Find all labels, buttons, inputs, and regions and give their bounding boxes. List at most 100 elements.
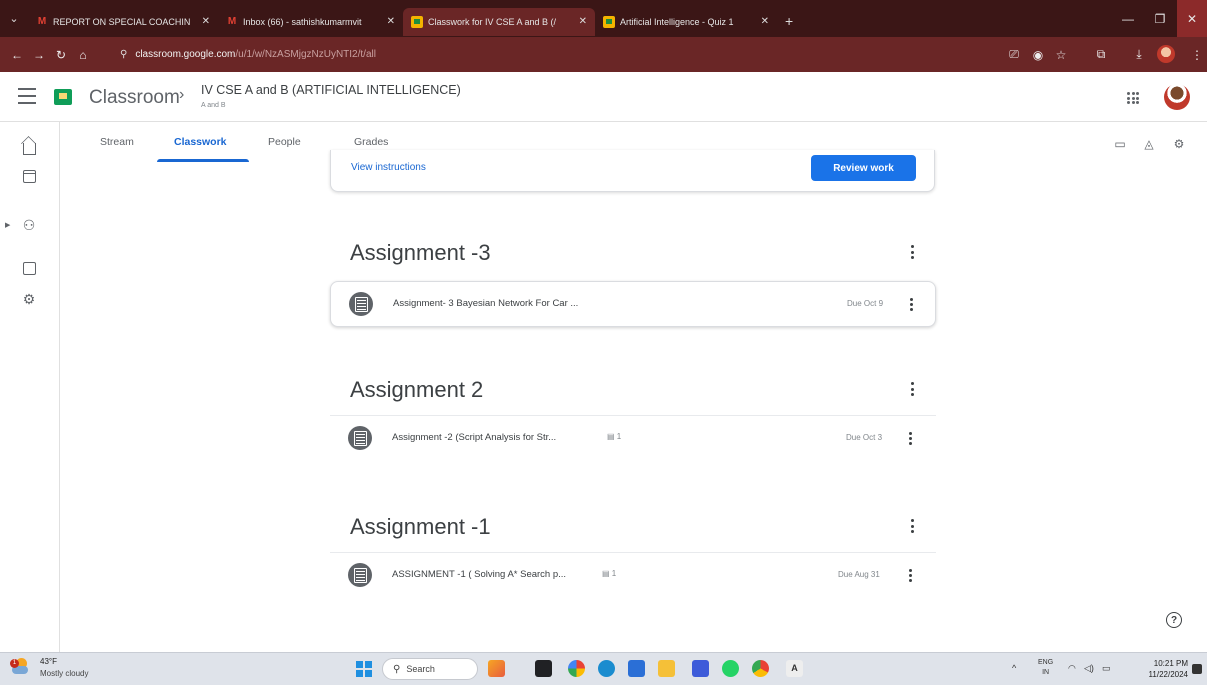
gmail-icon: M [227, 16, 237, 27]
assignment-row[interactable]: ASSIGNMENT -1 ( Solving A* Search p... ▤… [330, 553, 936, 599]
close-tab-icon[interactable]: ✕ [579, 16, 587, 27]
assignment-title: Assignment- 3 Bayesian Network For Car .… [393, 298, 579, 309]
assignment-row[interactable]: Assignment -2 (Script Analysis for Str..… [330, 416, 936, 462]
whatsapp-icon[interactable] [722, 660, 739, 677]
close-tab-icon[interactable]: ✕ [387, 16, 395, 27]
font-app-icon[interactable]: A [786, 660, 803, 677]
maximize-button[interactable]: ❐ [1145, 0, 1175, 37]
instructions-card: View instructions Review work [330, 150, 935, 192]
assignment-more-options-icon[interactable] [905, 567, 915, 584]
settings-gear-icon[interactable]: ⚙ [20, 290, 38, 308]
topic-more-options-icon[interactable] [905, 517, 919, 535]
todo-icon[interactable] [20, 259, 38, 277]
back-arrow-icon[interactable]: ← [6, 48, 28, 62]
reload-icon[interactable]: ↻ [50, 48, 72, 62]
copilot-widget-icon[interactable] [488, 660, 505, 677]
course-section: A and B [201, 102, 226, 109]
assignment-more-options-icon[interactable] [905, 430, 915, 447]
active-tab-indicator [157, 159, 249, 162]
expand-caret-icon[interactable]: ▶ [5, 221, 10, 229]
attachment-count: ▤ 1 [607, 432, 622, 441]
browser-tab[interactable]: M Inbox (66) - sathishkumarmvit ✕ [218, 8, 403, 36]
classroom-icon [603, 15, 615, 28]
due-date: Due Oct 3 [846, 433, 883, 442]
weather-desc[interactable]: Mostly cloudy [40, 669, 88, 678]
main-menu-icon[interactable] [18, 88, 36, 104]
google-calendar-icon[interactable]: ▭ [1113, 137, 1127, 151]
notification-icon[interactable] [1192, 664, 1202, 674]
avatar[interactable] [1164, 84, 1190, 110]
bookmark-star-icon[interactable]: ☆ [1050, 37, 1072, 72]
enrolled-people-icon[interactable]: ⚇ [20, 216, 38, 234]
view-instructions-link[interactable]: View instructions [351, 162, 426, 173]
browser-profile-avatar[interactable] [1157, 45, 1175, 63]
volume-icon[interactable]: ◁) [1084, 663, 1094, 674]
new-tab-button[interactable]: + [785, 13, 793, 29]
url-path: /u/1/w/NzASMjgzNzUyNTI2/t/all [235, 48, 376, 60]
tab-stream[interactable]: Stream [100, 136, 134, 148]
close-tab-icon[interactable]: ✕ [202, 16, 210, 27]
browser-tab-title: Inbox (66) - sathishkumarmvit [243, 16, 362, 27]
tab-people[interactable]: People [268, 136, 301, 148]
topic-more-options-icon[interactable] [905, 243, 919, 261]
calendar-icon[interactable] [20, 167, 38, 185]
weather-temp[interactable]: 43°F [40, 657, 57, 666]
windows-start-icon[interactable] [356, 661, 372, 677]
assignment-more-options-icon[interactable] [906, 296, 916, 313]
class-settings-icon[interactable]: ⚙ [1172, 137, 1186, 151]
show-hidden-icons-icon[interactable]: ^ [1012, 663, 1016, 673]
address-bar[interactable]: ⚲ classroom.google.com /u/1/w/NzASMjgzNz… [120, 42, 995, 66]
browser-tab[interactable]: M REPORT ON SPECIAL COACHIN ✕ [28, 8, 218, 36]
home-icon[interactable]: ⌂ [72, 48, 94, 62]
language-indicator[interactable]: ENG IN [1038, 658, 1053, 678]
chevron-right-icon: › [179, 86, 185, 103]
chrome-icon[interactable] [752, 660, 769, 677]
gmail-icon: M [37, 16, 47, 27]
tab-classwork[interactable]: Classwork [174, 136, 227, 148]
home-icon[interactable] [20, 138, 38, 156]
assignment-icon [348, 563, 372, 587]
browser-tab[interactable]: Artificial Intelligence - Quiz 1 ✕ [595, 8, 777, 36]
browser-menu-icon[interactable]: ⋮ [1186, 37, 1207, 72]
wifi-icon[interactable]: ◠ [1068, 663, 1076, 674]
taskbar: 1 43°F Mostly cloudy ⚲ Search A ^ ENG IN… [0, 652, 1207, 685]
eye-icon[interactable]: ◉ [1027, 37, 1049, 72]
app-icon[interactable] [568, 660, 585, 677]
file-explorer-icon[interactable] [658, 660, 675, 677]
app-name[interactable]: Classroom [89, 87, 180, 109]
topic-more-options-icon[interactable] [905, 380, 919, 398]
due-date: Due Aug 31 [838, 570, 880, 579]
assignment-icon [349, 292, 373, 316]
assignment-row[interactable]: Assignment- 3 Bayesian Network For Car .… [330, 281, 936, 327]
extensions-icon[interactable]: ⧉ [1090, 37, 1112, 72]
task-view-icon[interactable] [535, 660, 552, 677]
download-icon[interactable]: ⤓ [1128, 37, 1150, 72]
help-icon[interactable]: ? [1166, 612, 1182, 628]
google-apps-icon[interactable] [1127, 92, 1139, 104]
edge-icon[interactable] [598, 660, 615, 677]
classroom-logo[interactable] [54, 89, 72, 105]
app-icon[interactable] [692, 660, 709, 677]
weather-icon[interactable]: 1 [10, 658, 28, 674]
taskbar-search[interactable]: ⚲ Search [382, 658, 478, 680]
minimize-button[interactable]: — [1113, 0, 1143, 37]
clock[interactable]: 10:21 PM 11/22/2024 [1133, 658, 1188, 680]
tab-search-icon[interactable]: ⌄ [0, 0, 28, 37]
site-info-icon[interactable]: ⚲ [120, 49, 127, 60]
cast-icon[interactable]: ⎚ [1003, 37, 1025, 72]
url-host: classroom.google.com [135, 48, 236, 60]
browser-tab-title: Classwork for IV CSE A and B (/ [428, 16, 557, 27]
left-rail: ▶ ⚇ ⚙ [0, 122, 60, 652]
assignment-icon [348, 426, 372, 450]
battery-icon[interactable]: ▭ [1102, 663, 1111, 674]
store-icon[interactable] [628, 660, 645, 677]
review-work-button[interactable]: Review work [811, 155, 916, 181]
topic-title: Assignment -3 [350, 240, 491, 265]
close-window-button[interactable]: ✕ [1177, 0, 1207, 37]
close-tab-icon[interactable]: ✕ [761, 16, 769, 27]
forward-arrow-icon[interactable]: → [28, 48, 50, 62]
browser-tab-active[interactable]: Classwork for IV CSE A and B (/ ✕ [403, 7, 595, 36]
drive-folder-icon[interactable]: ◬ [1142, 137, 1156, 151]
tab-grades[interactable]: Grades [354, 136, 388, 148]
course-title[interactable]: IV CSE A and B (ARTIFICIAL INTELLIGENCE) [201, 83, 461, 97]
